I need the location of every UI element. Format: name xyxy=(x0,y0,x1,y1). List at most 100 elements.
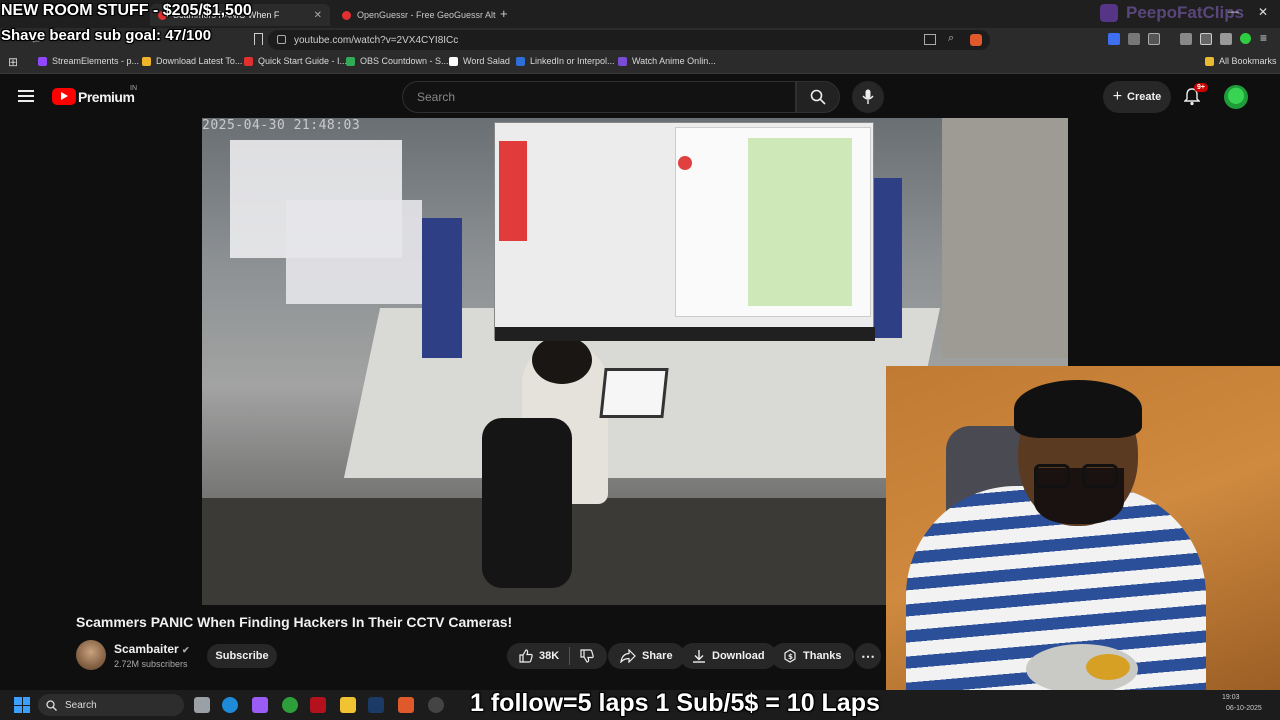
profile-icon[interactable] xyxy=(1240,33,1251,44)
windows-start-icon[interactable] xyxy=(14,697,30,713)
zoom-icon[interactable]: ⌕ xyxy=(948,32,954,45)
search-button[interactable] xyxy=(796,81,840,113)
taskbar-search-label: Search xyxy=(65,699,97,711)
all-bookmarks[interactable]: All Bookmarks xyxy=(1205,56,1277,66)
curry-bowl xyxy=(1086,654,1130,680)
person-head xyxy=(532,336,592,384)
taskbar-search[interactable]: Search xyxy=(38,694,184,716)
glasses-left xyxy=(1034,464,1070,488)
thanks-button[interactable]: $ Thanks xyxy=(771,643,854,669)
popup-dialog xyxy=(286,200,422,304)
thanks-icon: $ xyxy=(784,649,796,663)
obs-icon xyxy=(346,56,355,66)
share-label: Share xyxy=(642,650,673,662)
bookmark-label: OBS Countdown - S... xyxy=(360,56,449,66)
bookmark-label: LinkedIn or Interpol... xyxy=(530,56,615,66)
bookmark-page-icon[interactable] xyxy=(254,33,263,45)
anime-icon xyxy=(618,56,627,66)
avatar[interactable] xyxy=(1224,85,1248,109)
youtube-logo-icon[interactable] xyxy=(52,88,76,105)
search-input[interactable]: Search xyxy=(402,81,796,113)
edge-icon[interactable] xyxy=(222,697,238,713)
share-button[interactable]: Share xyxy=(608,643,685,669)
laptop xyxy=(599,368,669,418)
omnibox[interactable]: youtube.com/watch?v=2VX4CYI8ICc ⌕ xyxy=(268,30,990,50)
like-button[interactable]: 38K xyxy=(519,649,559,663)
bookmark-item[interactable]: Word Salad xyxy=(449,56,510,66)
like-dislike-group: 38K xyxy=(507,643,607,669)
new-tab-icon[interactable]: + xyxy=(500,6,508,21)
close-tab-icon[interactable]: ✕ xyxy=(314,10,322,21)
close-window-icon[interactable]: ✕ xyxy=(1258,5,1268,19)
glasses-right xyxy=(1082,464,1118,488)
region-code: IN xyxy=(130,85,137,92)
remote-taskbar xyxy=(495,327,875,341)
verified-icon: ✔ xyxy=(182,645,190,655)
obs-icon[interactable] xyxy=(428,697,444,713)
chat-avatar xyxy=(678,156,692,170)
sidebar-icon[interactable] xyxy=(1200,33,1212,45)
folder-icon xyxy=(1205,56,1214,66)
laps-goal-overlay: 1 follow=5 laps 1 Sub/5$ = 10 Laps xyxy=(470,689,880,717)
subscribe-button[interactable]: Subscribe xyxy=(207,644,277,668)
bookmark-item[interactable]: StreamElements - p... xyxy=(38,56,139,66)
like-count: 38K xyxy=(539,650,560,662)
copilot-icon[interactable] xyxy=(252,697,268,713)
bookmark-item[interactable]: Download Latest To... xyxy=(142,56,242,66)
bookmark-item[interactable]: LinkedIn or Interpol... xyxy=(516,56,615,66)
steam-icon[interactable] xyxy=(368,697,384,713)
download-icon xyxy=(693,650,705,663)
windows-taskbar: Search 1 follow=5 laps 1 Sub/5$ = 10 Lap… xyxy=(0,689,1280,720)
xbox-icon[interactable] xyxy=(282,697,298,713)
guide-icon xyxy=(244,56,253,66)
channel-name[interactable]: Scambaiter ✔ xyxy=(114,642,190,656)
tab-search-icon[interactable] xyxy=(1148,33,1160,45)
channel-avatar[interactable] xyxy=(76,640,106,670)
apps-grid-icon[interactable]: ⊞ xyxy=(8,55,18,69)
notification-count-badge: 9+ xyxy=(1194,83,1208,92)
tab-label: OpenGuessr - Free GeoGuessr Altern xyxy=(357,10,496,20)
app-icon[interactable] xyxy=(310,697,326,713)
subscriber-count: 2.72M subscribers xyxy=(114,659,188,669)
bookmark-label: Download Latest To... xyxy=(156,56,243,66)
clock-time: 19:03 xyxy=(1222,694,1240,701)
media-icon[interactable] xyxy=(1180,33,1192,45)
bookmark-item[interactable]: Watch Anime Onlin... xyxy=(618,56,716,66)
browser-menu-icon[interactable]: ≡ xyxy=(1260,31,1267,45)
create-button[interactable]: + Create xyxy=(1103,81,1171,113)
puzzle-icon[interactable] xyxy=(1128,33,1140,45)
scam-desktop-screen xyxy=(494,122,875,341)
youtube-header: Premium IN Search + Create 9+ xyxy=(0,76,1280,118)
task-view-icon[interactable] xyxy=(194,697,210,713)
notifications-button[interactable]: 9+ xyxy=(1183,83,1208,106)
cubicle-panel xyxy=(422,218,462,358)
wallet-icon[interactable] xyxy=(1220,33,1232,45)
brave-icon[interactable] xyxy=(398,697,414,713)
bookmark-item[interactable]: Quick Start Guide - I... xyxy=(244,56,347,66)
plus-icon: + xyxy=(1112,88,1123,105)
download-button[interactable]: Download xyxy=(680,643,777,669)
site-info-icon[interactable] xyxy=(277,35,286,44)
file-explorer-icon[interactable] xyxy=(340,697,356,713)
mic-icon xyxy=(862,89,874,104)
search-placeholder: Search xyxy=(417,90,456,104)
bookmark-label: Quick Start Guide - I... xyxy=(258,56,348,66)
bookmark-label: StreamElements - p... xyxy=(52,56,140,66)
wordsalad-icon xyxy=(449,56,458,66)
streamer-hair xyxy=(1014,380,1142,438)
thumbs-down-icon[interactable] xyxy=(580,649,594,663)
url-text: youtube.com/watch?v=2VX4CYI8ICc xyxy=(294,34,459,46)
minimize-icon[interactable]: — xyxy=(1228,6,1239,18)
bookmark-item[interactable]: OBS Countdown - S... xyxy=(346,56,449,66)
voice-search-button[interactable] xyxy=(852,81,884,113)
more-actions-icon[interactable]: ⋯ xyxy=(855,643,881,669)
brave-shield-icon[interactable] xyxy=(970,34,982,46)
extension-icon[interactable] xyxy=(1108,33,1120,45)
hamburger-menu-icon[interactable] xyxy=(18,90,34,102)
office-chair xyxy=(482,418,572,588)
tab-openguessr[interactable]: OpenGuessr - Free GeoGuessr Altern xyxy=(334,4,504,26)
thumbs-up-icon xyxy=(519,649,533,663)
cast-icon[interactable] xyxy=(924,34,936,45)
telegram-chat xyxy=(748,138,852,306)
youtube-premium-label[interactable]: Premium xyxy=(78,89,135,105)
